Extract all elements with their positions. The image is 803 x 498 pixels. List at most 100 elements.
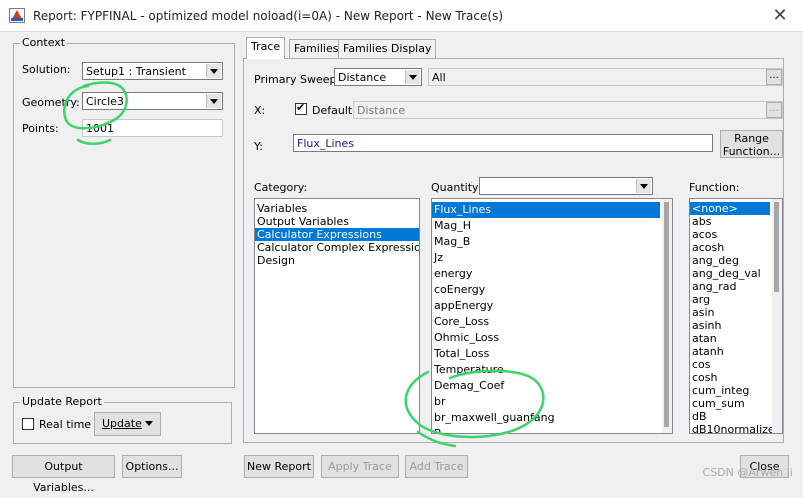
function-list-item[interactable]: cum_integ [690, 384, 770, 397]
function-list-item[interactable]: cum_sum [690, 397, 770, 410]
primary-sweep-label: Primary Sweep: [254, 73, 341, 86]
solution-select[interactable]: Setup1 : Transient [82, 62, 223, 80]
quantity-list-item[interactable]: energy [432, 266, 660, 282]
primary-sweep-browse-button[interactable]: ... [766, 69, 782, 85]
options-button[interactable]: Options... [122, 455, 182, 478]
category-list[interactable]: Variables Output Variables Calculator Expr… [254, 198, 420, 434]
scrollbar-thumb[interactable] [774, 202, 779, 292]
function-list-item[interactable]: asin [690, 306, 770, 319]
geometry-label: Geometry: [22, 96, 80, 109]
x-value: Distance [357, 104, 406, 117]
range-function-button[interactable]: Range Function... [720, 130, 783, 158]
function-list[interactable]: <none> abs acos acosh ang_deg ang_deg_val ang_… [689, 198, 783, 434]
function-list-item[interactable]: ang_rad [690, 280, 770, 293]
points-label: Points: [22, 122, 59, 135]
x-input: Distance [353, 101, 783, 119]
quantity-list-item[interactable]: br_maxwell_guanfang [432, 410, 660, 426]
quantity-list-item[interactable]: br [432, 394, 660, 410]
new-report-button[interactable]: New Report [244, 455, 314, 478]
quantity-list-item[interactable]: Jz [432, 250, 660, 266]
chevron-down-icon[interactable] [206, 94, 221, 108]
chevron-down-icon[interactable] [636, 179, 651, 193]
realtime-label: Real time [39, 418, 92, 431]
primary-sweep-range: All [428, 68, 783, 86]
vertical-scrollbar[interactable] [662, 199, 672, 433]
quantity-list-item[interactable]: B [432, 426, 660, 433]
quantity-list-item[interactable]: Core_Loss [432, 314, 660, 330]
function-list-item[interactable]: ang_deg_val [690, 267, 770, 280]
category-list-item[interactable]: Design [255, 254, 419, 267]
function-label: Function: [689, 181, 740, 194]
quantity-list[interactable]: Flux_Lines Mag_H Mag_B Jz energy coEnergy appE… [431, 198, 673, 434]
x-label: X: [254, 104, 266, 117]
app-icon [9, 8, 25, 23]
category-list-item[interactable]: Variables [255, 202, 419, 215]
default-checkbox[interactable] [295, 101, 307, 115]
geometry-value: Circle3 [86, 95, 124, 108]
geometry-select[interactable]: Circle3 [82, 92, 223, 110]
tab-trace[interactable]: Trace [246, 37, 286, 59]
quantity-list-item[interactable]: Mag_H [432, 218, 660, 234]
x-browse-button: ... [766, 102, 782, 118]
function-list-item[interactable]: asinh [690, 319, 770, 332]
vertical-scrollbar[interactable] [772, 199, 782, 433]
function-list-item[interactable]: cosh [690, 371, 770, 384]
function-list-item[interactable]: cos [690, 358, 770, 371]
primary-sweep-range-value: All [432, 71, 446, 84]
quantity-list-item[interactable]: coEnergy [432, 282, 660, 298]
title-bar: Report: FYPFINAL - optimized model noloa… [0, 0, 803, 32]
realtime-checkbox[interactable] [22, 418, 34, 430]
tab-families[interactable]: Families [289, 39, 344, 58]
primary-sweep-select[interactable]: Distance [334, 68, 422, 86]
solution-label: Solution: [22, 63, 71, 76]
chevron-down-icon[interactable] [206, 64, 221, 78]
apply-trace-button[interactable]: Apply Trace [321, 455, 399, 478]
quantity-filter-select[interactable] [479, 177, 653, 195]
chevron-down-icon[interactable] [140, 413, 160, 435]
tab-families-display[interactable]: Families Display [338, 39, 437, 58]
window-title: Report: FYPFINAL - optimized model noloa… [33, 9, 504, 23]
function-list-item[interactable]: <none> [690, 202, 770, 215]
y-value: Flux_Lines [297, 137, 355, 150]
quantity-list-item[interactable]: Ohmic_Loss [432, 330, 660, 346]
close-window-icon[interactable]: ✕ [767, 4, 793, 28]
y-input[interactable]: Flux_Lines [293, 134, 713, 152]
output-variables-button[interactable]: Output Variables... [12, 455, 115, 494]
scrollbar-thumb[interactable] [664, 202, 669, 427]
function-list-item[interactable]: atan [690, 332, 770, 345]
quantity-list-item[interactable]: Mag_B [432, 234, 660, 250]
category-label: Category: [254, 181, 308, 194]
add-trace-button[interactable]: Add Trace [405, 455, 468, 478]
quantity-label: Quantity: [431, 181, 482, 194]
function-list-item[interactable]: atanh [690, 345, 770, 358]
function-list-item[interactable]: abs [690, 215, 770, 228]
category-list-item[interactable]: Calculator Complex Expressions [255, 241, 419, 254]
function-list-item[interactable]: dB [690, 410, 770, 423]
function-list-item[interactable]: acos [690, 228, 770, 241]
update-label: Update [102, 417, 142, 430]
function-list-item[interactable]: dB10normalize [690, 423, 775, 433]
quantity-list-item[interactable]: appEnergy [432, 298, 660, 314]
range-function-line2: Function... [722, 145, 781, 158]
update-dropdown-button[interactable]: Update [94, 412, 161, 436]
solution-value: Setup1 : Transient [86, 65, 186, 78]
y-label: Y: [254, 140, 263, 153]
points-input[interactable]: 1001 [82, 119, 223, 137]
category-list-item[interactable]: Output Variables [255, 215, 419, 228]
category-list-item[interactable]: Calculator Expressions [255, 228, 419, 241]
quantity-list-item[interactable]: Temperature [432, 362, 660, 378]
default-label: Default [312, 104, 353, 117]
chevron-down-icon[interactable] [405, 70, 420, 84]
context-legend: Context [20, 36, 68, 49]
update-report-legend: Update Report [20, 395, 104, 408]
primary-sweep-value: Distance [338, 71, 387, 84]
function-list-item[interactable]: acosh [690, 241, 770, 254]
function-list-item[interactable]: arg [690, 293, 770, 306]
quantity-list-item[interactable]: Total_Loss [432, 346, 660, 362]
quantity-list-item[interactable]: Demag_Coef [432, 378, 660, 394]
points-value: 1001 [86, 122, 114, 135]
quantity-list-item[interactable]: Flux_Lines [432, 202, 660, 218]
function-list-item[interactable]: ang_deg [690, 254, 770, 267]
range-function-line1: Range [734, 132, 769, 145]
watermark-text: CSDN @Arwen Ji [702, 466, 793, 479]
